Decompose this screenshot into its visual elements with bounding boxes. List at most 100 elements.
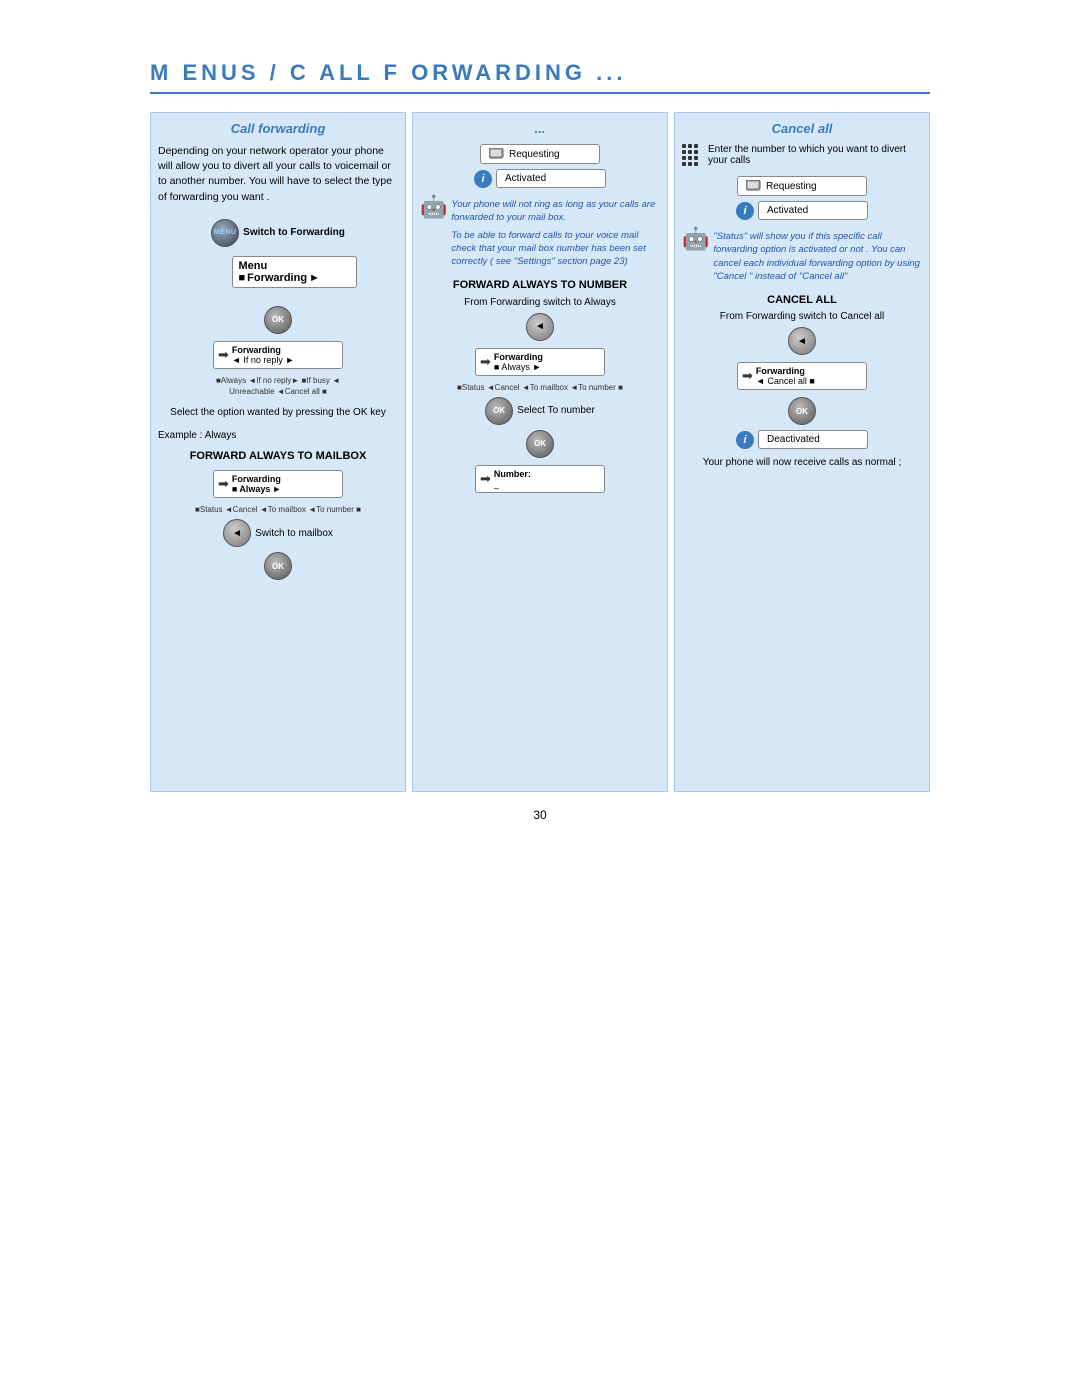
activated-label-1: Activated bbox=[505, 173, 546, 184]
options-line1: ■Always ◄If no reply► ■If busy ◄ bbox=[158, 376, 398, 385]
fw-arrow-icon-1: ➡ bbox=[218, 347, 229, 363]
nav-always-row: ◄ bbox=[420, 313, 660, 341]
options-line2: Unreachable ◄Cancel all ■ bbox=[158, 387, 398, 396]
deactivated-row: i Deactivated bbox=[682, 430, 922, 449]
col3-title: Cancel all bbox=[682, 121, 922, 136]
requesting-screen-2: Requesting bbox=[737, 176, 867, 196]
activated-screen-2: Activated bbox=[758, 201, 868, 220]
fw4-screen-label: Forwarding bbox=[756, 366, 860, 376]
col1: Call forwarding Depending on your networ… bbox=[150, 112, 406, 792]
activated-screen-1: Activated bbox=[496, 169, 606, 188]
enter-text-row: Enter the number to which you want to di… bbox=[682, 144, 922, 168]
requesting-row2: Requesting bbox=[682, 176, 922, 196]
keypad-icon bbox=[682, 144, 702, 168]
fw2-sub-left: ■ bbox=[232, 484, 237, 494]
forward-always-number-header: FORWARD ALWAYS TO NUMBER bbox=[420, 278, 660, 292]
col1-title: Call forwarding bbox=[158, 121, 398, 136]
number-label: Number: bbox=[494, 469, 598, 479]
ok-row2: OK bbox=[420, 430, 660, 458]
nav-left-button[interactable]: ◄ bbox=[223, 519, 251, 547]
info-icon-1: i bbox=[474, 170, 492, 188]
fw2-sub-right: ► bbox=[272, 484, 281, 494]
from-fw-switch-label: From Forwarding switch to Always bbox=[420, 297, 660, 308]
example-label: Example : Always bbox=[158, 430, 236, 441]
fw2-screen-label: Forwarding bbox=[232, 474, 336, 484]
deactivated-screen: Deactivated bbox=[758, 430, 868, 449]
col1-intro: Depending on your network operator your … bbox=[158, 144, 398, 205]
switch-mailbox-label: Switch to mailbox bbox=[255, 528, 333, 539]
fw4-screen: ➡ Forwarding ◄ Cancel all ■ bbox=[737, 362, 867, 390]
nav-left-button-3[interactable]: ◄ bbox=[788, 327, 816, 355]
menu-button[interactable]: MENU bbox=[211, 219, 239, 247]
menu-label: Menu bbox=[239, 260, 350, 272]
fw-arrow-icon-2: ➡ bbox=[218, 476, 229, 492]
number-cursor: _ bbox=[494, 479, 499, 489]
activated-label-2: Activated bbox=[767, 205, 808, 216]
fw1-screen-row: ➡ Forwarding ◄ If no reply ► bbox=[158, 339, 398, 371]
switch-to-forwarding-label: Switch to Forwarding bbox=[243, 227, 345, 238]
forward-always-header: FORWARD ALWAYS TO MAILBOX bbox=[158, 449, 398, 463]
activated-row2: i Activated bbox=[682, 201, 922, 220]
from-fw-cancel-label: From Forwarding switch to Cancel all bbox=[682, 311, 922, 322]
status-line2: ■Status ◄Cancel ◄To mailbox ◄To number ■ bbox=[420, 383, 660, 392]
ok-button-2[interactable]: OK bbox=[264, 552, 292, 580]
italic-note-row2: 🤖 "Status" will show you if this specifi… bbox=[682, 226, 922, 287]
fw4-sub: ◄ Cancel all ■ bbox=[756, 376, 815, 386]
info-icon-2: i bbox=[736, 202, 754, 220]
page-number: 30 bbox=[150, 808, 930, 822]
italic-note-row: 🤖 Your phone will not ring as long as yo… bbox=[420, 194, 660, 272]
ok-button-1[interactable]: OK bbox=[264, 306, 292, 334]
fw1-screen: ➡ Forwarding ◄ If no reply ► bbox=[213, 341, 343, 369]
menu-screen: Menu ■ Forwarding ► bbox=[232, 256, 357, 288]
status-line: ■Status ◄Cancel ◄To mailbox ◄To number ■ bbox=[158, 505, 398, 514]
ok-button-4[interactable]: OK bbox=[526, 430, 554, 458]
ok-select-row: OK Select To number bbox=[420, 397, 660, 425]
col2: ... Requesting i Activated 🤖 Your phon bbox=[412, 112, 668, 792]
ok-button-5[interactable]: OK bbox=[788, 397, 816, 425]
nav-mailbox-row: ◄ Switch to mailbox bbox=[158, 519, 398, 547]
ok-row-col3: OK bbox=[682, 397, 922, 425]
fw1-sub: ◄ If no reply ► bbox=[232, 355, 294, 365]
requesting-label-1: Requesting bbox=[509, 149, 560, 160]
italic-text2: To be able to forward calls to your voic… bbox=[451, 229, 660, 269]
col3: Cancel all Enter the number to which you… bbox=[674, 112, 930, 792]
fw2-sub-mid: Always bbox=[239, 484, 270, 494]
fw2-screen-row: ➡ Forwarding ■ Always ► bbox=[158, 468, 398, 500]
enter-text: Enter the number to which you want to di… bbox=[708, 144, 922, 166]
italic-text-col3: "Status" will show you if this specific … bbox=[713, 230, 922, 283]
page-title: M ENUS / C ALL F ORWARDING ... bbox=[150, 60, 930, 94]
ok-row1: OK bbox=[158, 306, 398, 334]
menu-screen-row: Menu ■ Forwarding ► bbox=[158, 252, 398, 292]
info-icon-3: i bbox=[736, 431, 754, 449]
fw3-sub: ■ Always ► bbox=[494, 362, 541, 372]
col2-title: ... bbox=[420, 121, 660, 136]
phone-icon-2 bbox=[746, 180, 762, 192]
requesting-row1: Requesting bbox=[420, 144, 660, 164]
requesting-screen-1: Requesting bbox=[480, 144, 600, 164]
fw-arrow-icon-5: ➡ bbox=[742, 368, 753, 384]
requesting-label-2: Requesting bbox=[766, 181, 817, 192]
fw-arrow-icon-3: ➡ bbox=[480, 354, 491, 370]
fw3-screen-label: Forwarding bbox=[494, 352, 598, 362]
number-screen-row: ➡ Number: _ bbox=[420, 463, 660, 495]
robot-icon-2: 🤖 bbox=[682, 226, 709, 252]
nav-left-button-2[interactable]: ◄ bbox=[526, 313, 554, 341]
ok-row-bottom1: OK bbox=[158, 552, 398, 580]
activated-row1: i Activated bbox=[420, 169, 660, 188]
fw3-screen: ➡ Forwarding ■ Always ► bbox=[475, 348, 605, 376]
fw4-screen-row: ➡ Forwarding ◄ Cancel all ■ bbox=[682, 360, 922, 392]
ok-button-3[interactable]: OK bbox=[485, 397, 513, 425]
fw3-screen-row: ➡ Forwarding ■ Always ► bbox=[420, 346, 660, 378]
phone-icon-1 bbox=[489, 148, 505, 160]
cancel-all-header: CANCEL ALL bbox=[682, 293, 922, 307]
columns-wrapper: Call forwarding Depending on your networ… bbox=[150, 112, 930, 792]
footer-text: Your phone will now receive calls as nor… bbox=[682, 457, 922, 468]
select-to-number-label: Select To number bbox=[517, 405, 595, 416]
deactivated-label: Deactivated bbox=[767, 434, 820, 445]
select-option-text: Select the option wanted by pressing the… bbox=[170, 407, 386, 418]
fw1-label: Forwarding bbox=[247, 272, 307, 284]
nav-cancel-row: ◄ bbox=[682, 327, 922, 355]
fw2-screen: ➡ Forwarding ■ Always ► bbox=[213, 470, 343, 498]
number-screen: ➡ Number: _ bbox=[475, 465, 605, 493]
fw1-screen-label: Forwarding bbox=[232, 345, 336, 355]
